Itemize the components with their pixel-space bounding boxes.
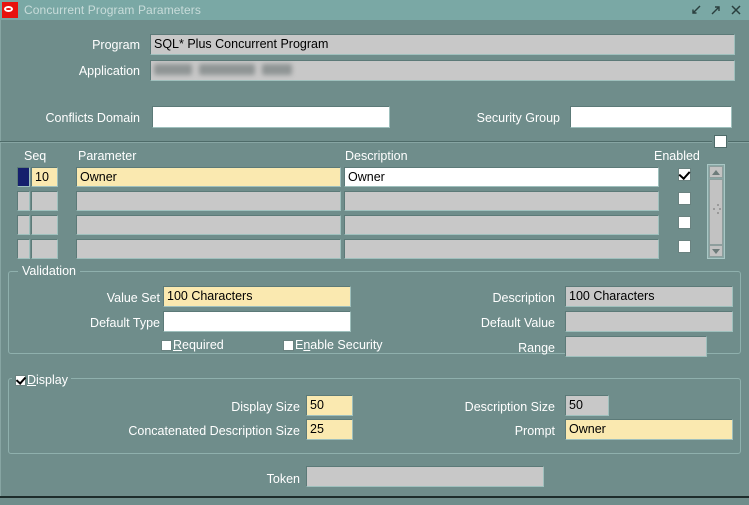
record-indicator[interactable] — [17, 215, 30, 235]
cell-parameter[interactable] — [76, 191, 341, 211]
cell-seq[interactable] — [31, 239, 58, 259]
cell-description[interactable] — [344, 239, 659, 259]
window-title: Concurrent Program Parameters — [24, 3, 201, 17]
default-type-field[interactable] — [163, 311, 351, 332]
minimize-icon[interactable] — [689, 3, 703, 17]
scrollbar-grip — [713, 204, 721, 216]
required-checkbox-group[interactable]: Required — [161, 338, 224, 352]
display-checkbox[interactable] — [15, 374, 26, 386]
cell-enabled-checkbox[interactable] — [678, 216, 691, 229]
security-group-label: Security Group — [476, 111, 560, 125]
cell-seq[interactable]: 10 — [31, 167, 58, 187]
token-field[interactable] — [306, 466, 544, 487]
cell-parameter[interactable] — [76, 239, 341, 259]
description-size-label: Description Size — [464, 400, 555, 414]
column-header-seq: Seq — [24, 149, 47, 163]
window-bottom-rule — [0, 496, 749, 498]
cell-parameter[interactable] — [76, 215, 341, 235]
validation-group-title: Validation — [18, 265, 80, 278]
cell-enabled-checkbox[interactable] — [678, 192, 691, 205]
display-group-title: Display — [27, 373, 68, 387]
column-header-parameter: Parameter — [78, 149, 137, 163]
divider-toggle-button[interactable] — [714, 135, 727, 148]
record-indicator[interactable] — [17, 239, 30, 259]
close-icon[interactable] — [729, 3, 743, 17]
cell-description[interactable] — [344, 191, 659, 211]
application-field[interactable] — [150, 60, 735, 81]
conflicts-domain-field[interactable] — [152, 106, 390, 128]
value-set-label: Value Set — [106, 291, 160, 305]
default-value-field[interactable] — [565, 311, 733, 332]
enable-security-checkbox[interactable] — [283, 339, 294, 351]
cell-enabled-checkbox[interactable] — [678, 168, 691, 181]
window-controls — [689, 3, 749, 17]
display-size-field[interactable]: 50 — [306, 395, 353, 416]
display-group-toggle[interactable]: Display — [12, 373, 71, 387]
concatenated-description-size-label: Concatenated Description Size — [128, 424, 300, 438]
maximize-icon[interactable] — [709, 3, 723, 17]
default-type-label: Default Type — [90, 316, 160, 330]
column-header-enabled: Enabled — [654, 149, 700, 163]
validation-description-label: Description — [492, 291, 555, 305]
grid-scrollbar[interactable] — [707, 164, 725, 259]
prompt-field[interactable]: Owner — [565, 419, 733, 440]
prompt-label: Prompt — [514, 424, 555, 438]
display-group — [8, 378, 741, 454]
application-redaction — [154, 64, 299, 75]
application-label: Application — [78, 64, 140, 78]
record-indicator[interactable] — [17, 167, 30, 187]
enable-security-label: Enable Security — [295, 338, 383, 352]
validation-description-field[interactable]: 100 Characters — [565, 286, 733, 307]
application-window: Concurrent Program Parameters Program SQ… — [0, 0, 749, 505]
window-left-edge — [0, 20, 1, 496]
range-label: Range — [518, 341, 555, 355]
default-value-label: Default Value — [480, 316, 555, 330]
security-group-field[interactable] — [570, 106, 732, 128]
record-indicator[interactable] — [17, 191, 30, 211]
cell-seq[interactable] — [31, 215, 58, 235]
enable-security-checkbox-group[interactable]: Enable Security — [283, 338, 383, 352]
concatenated-description-size-field[interactable]: 25 — [306, 419, 353, 440]
required-label: Required — [173, 338, 224, 352]
title-bar: Concurrent Program Parameters — [0, 0, 749, 20]
cell-seq[interactable] — [31, 191, 58, 211]
cell-description[interactable] — [344, 215, 659, 235]
section-divider-right — [728, 141, 749, 143]
cell-description[interactable]: Owner — [344, 167, 659, 187]
column-header-description: Description — [345, 149, 408, 163]
cell-parameter[interactable]: Owner — [76, 167, 341, 187]
oracle-logo-icon — [2, 2, 18, 18]
scrollbar-thumb[interactable] — [709, 179, 723, 245]
description-size-field[interactable]: 50 — [565, 395, 609, 416]
range-dropdown[interactable] — [565, 336, 707, 357]
scroll-down-icon[interactable] — [709, 245, 723, 257]
conflicts-domain-label: Conflicts Domain — [45, 111, 140, 125]
value-set-field[interactable]: 100 Characters — [163, 286, 351, 307]
program-label: Program — [92, 38, 140, 52]
required-checkbox[interactable] — [161, 339, 172, 351]
scroll-up-icon[interactable] — [709, 166, 723, 178]
display-size-label: Display Size — [231, 400, 300, 414]
program-field[interactable]: SQL* Plus Concurrent Program — [150, 34, 735, 55]
cell-enabled-checkbox[interactable] — [678, 240, 691, 253]
token-label: Token — [266, 472, 300, 486]
section-divider — [0, 141, 712, 143]
